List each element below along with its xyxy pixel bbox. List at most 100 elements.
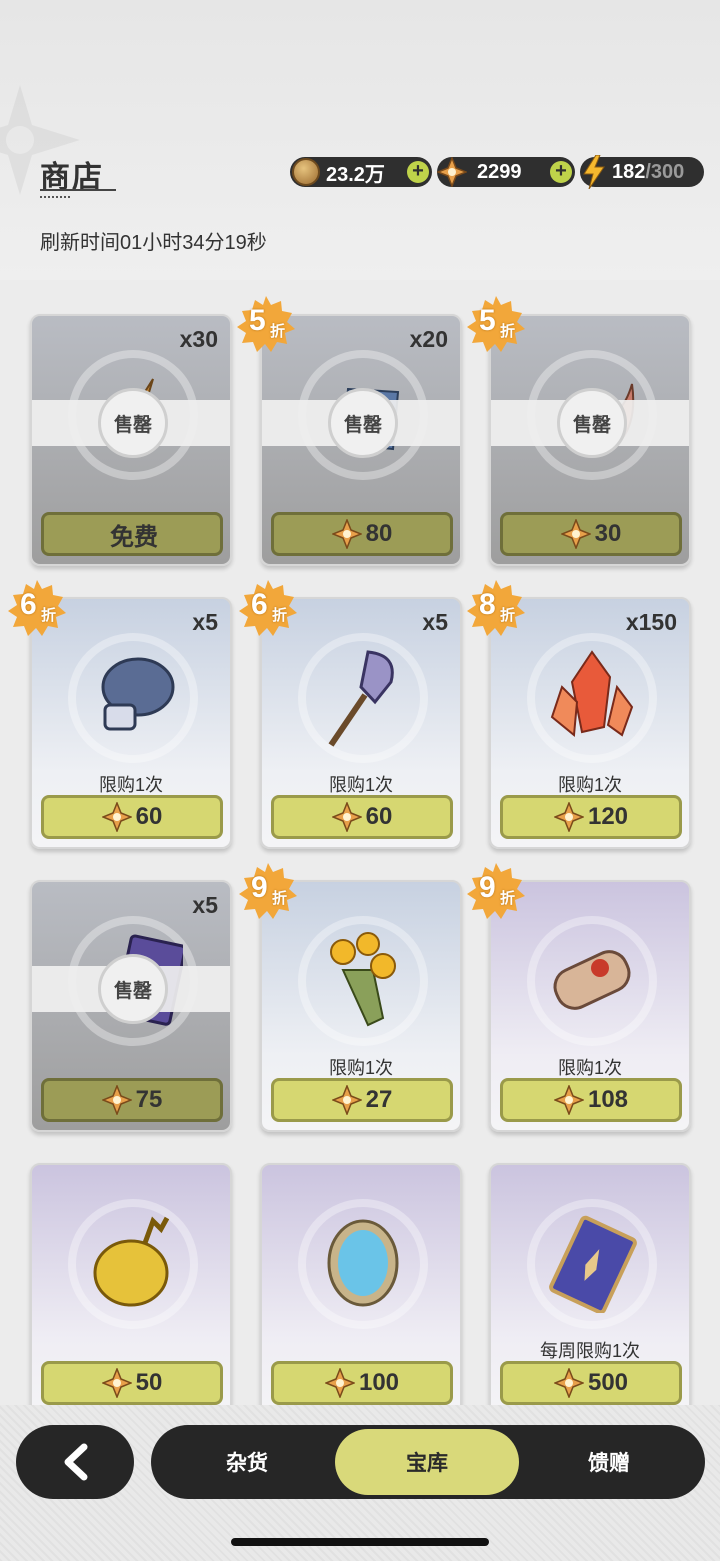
gem-star-icon (331, 519, 362, 549)
item-quantity: x5 (192, 892, 218, 918)
price-button[interactable]: 80 (271, 512, 453, 556)
discount-value: 9 (251, 871, 268, 904)
purchase-limit: 限购1次 (557, 1058, 622, 1078)
discount-value: 9 (479, 871, 496, 904)
discount-badge: 5 折 (237, 296, 295, 354)
gem-star-icon (437, 157, 467, 187)
shovel-item (328, 650, 394, 747)
price-value: 500 (587, 1369, 629, 1396)
discount-unit: 折 (500, 607, 516, 624)
discount-burst-icon (467, 580, 525, 636)
discount-value: 5 (479, 304, 496, 337)
header-area: 商店 刷新时间01小时34分19秒 23.2万 + 2299 + 182/300 (0, 0, 720, 280)
shop-tabs: 杂货 宝库 馈赠 (151, 1425, 705, 1499)
price-button[interactable]: 108 (500, 1078, 682, 1122)
chevron-left-icon (64, 1443, 88, 1481)
shop-card[interactable]: 50 (30, 1163, 232, 1415)
shop-card[interactable]: 售罄 x5 75 (30, 880, 232, 1132)
discount-value: 6 (20, 588, 37, 621)
tab-treasury[interactable]: 宝库 (335, 1429, 519, 1495)
price-value: 75 (135, 1086, 163, 1113)
discount-burst-icon (239, 580, 297, 636)
coin-add-button[interactable]: + (407, 161, 429, 183)
price-button[interactable]: 100 (271, 1361, 453, 1405)
price-button[interactable]: 27 (271, 1078, 453, 1122)
gem-star-icon (101, 1085, 132, 1115)
price-button[interactable]: 30 (500, 512, 682, 556)
gem-star-icon (553, 1085, 584, 1115)
stamina-current: 182 (612, 160, 646, 183)
price-value: 100 (358, 1369, 400, 1396)
price-value: 免费 (110, 523, 158, 551)
item-quantity: x20 (409, 326, 448, 352)
back-button[interactable] (16, 1425, 134, 1499)
purchase-limit: 限购1次 (328, 1058, 393, 1078)
price-value: 60 (365, 803, 393, 830)
discount-badge: 6 折 (8, 580, 66, 638)
coin-counter: 23.2万 + (290, 157, 432, 187)
sold-out-label: 售罄 (98, 388, 168, 458)
gem-star-icon (331, 1085, 362, 1115)
price-value: 108 (587, 1086, 629, 1113)
price-value: 120 (587, 803, 629, 830)
discount-badge: 9 折 (467, 863, 525, 921)
shop-card[interactable]: 每周限购1次 500 (489, 1163, 691, 1415)
discount-badge: 8 折 (467, 580, 525, 638)
gem-star-icon (553, 802, 584, 832)
price-value: 50 (135, 1369, 163, 1396)
tab-groceries[interactable]: 杂货 (155, 1425, 339, 1499)
golden-seed-item (93, 1216, 170, 1307)
boxing-glove-item (101, 657, 175, 731)
gem-star-icon (324, 1368, 355, 1398)
price-button[interactable]: 500 (500, 1361, 682, 1405)
gem-value: 2299 (477, 160, 522, 183)
item-quantity: x5 (192, 609, 218, 635)
discount-burst-icon (237, 296, 295, 352)
discount-unit: 折 (41, 607, 57, 624)
tab-gifts[interactable]: 馈赠 (517, 1425, 701, 1499)
sold-out-label: 售罄 (328, 388, 398, 458)
price-button[interactable]: 120 (500, 795, 682, 839)
title-underline (40, 189, 116, 191)
price-button[interactable]: 75 (41, 1078, 223, 1122)
sold-out-label: 售罄 (98, 954, 168, 1024)
shop-card[interactable]: 100 (260, 1163, 462, 1415)
coin-icon (292, 158, 320, 186)
discount-unit: 折 (270, 323, 286, 340)
shop-card[interactable]: 售罄 x30 免费 (30, 314, 232, 566)
price-button[interactable]: 60 (271, 795, 453, 839)
item-quantity: x30 (179, 326, 218, 352)
home-indicator (231, 1538, 489, 1546)
item-quantity: x150 (625, 609, 677, 635)
coin-value: 23.2万 (326, 163, 385, 186)
discount-burst-icon (467, 863, 525, 919)
lightning-icon (583, 155, 605, 189)
sold-out-label: 售罄 (557, 388, 627, 458)
crystal-item (550, 650, 634, 737)
discount-burst-icon (8, 580, 66, 636)
purchase-limit: 限购1次 (328, 775, 393, 795)
scroll-item (553, 950, 631, 1010)
price-button[interactable]: 60 (41, 795, 223, 839)
discount-value: 5 (249, 304, 266, 337)
stamina-value: 182/300 (612, 161, 684, 184)
item-quantity: x5 (422, 609, 448, 635)
gem-add-button[interactable]: + (550, 161, 572, 183)
discount-burst-icon (467, 296, 525, 352)
mirror-item (327, 1219, 399, 1307)
refresh-timer: 刷新时间01小时34分19秒 (40, 232, 267, 254)
gem-star-icon (553, 1368, 584, 1398)
price-button[interactable]: 免费 (41, 512, 223, 556)
price-button[interactable]: 50 (41, 1361, 223, 1405)
flower-bouquet-item (330, 932, 396, 1027)
stamina-counter: 182/300 (580, 155, 704, 189)
purchase-limit: 限购1次 (557, 775, 622, 795)
price-value: 60 (135, 803, 163, 830)
price-value: 80 (365, 520, 393, 547)
gem-star-icon (101, 1368, 132, 1398)
gem-star-icon (560, 519, 591, 549)
gem-counter: 2299 + (437, 157, 575, 187)
gem-star-icon (331, 802, 362, 832)
tarot-card-item (549, 1215, 637, 1313)
discount-unit: 折 (500, 323, 516, 340)
